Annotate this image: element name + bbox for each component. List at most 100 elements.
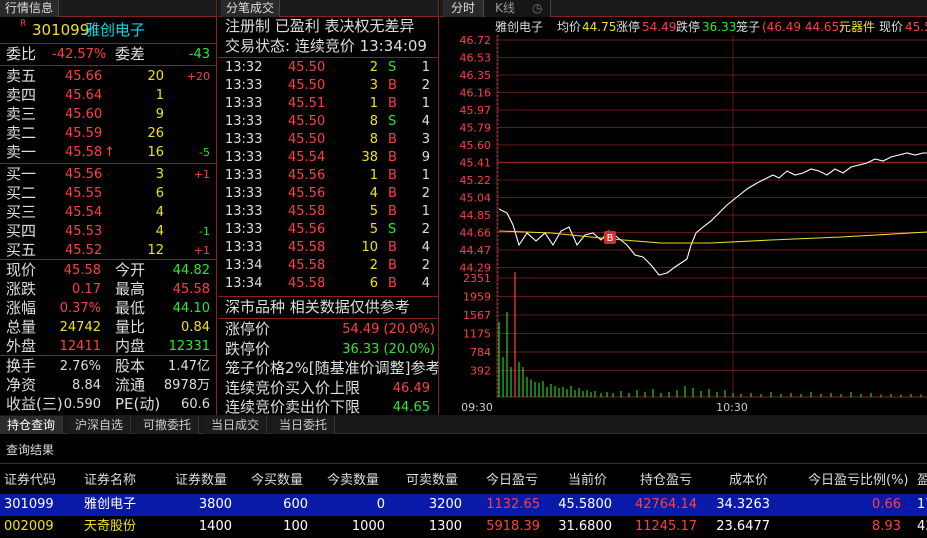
position-cell: 23.6477 <box>716 519 770 534</box>
position-cell: 8.93 <box>872 519 901 534</box>
bid-label: 买一 <box>6 165 37 183</box>
status-line-1: 注册制 已盈利 表决权无差异 <box>225 17 438 36</box>
bid-price: 45.56 <box>65 167 103 182</box>
column-header[interactable]: 证券名称 <box>84 470 136 492</box>
trade-count: 4 <box>421 114 430 129</box>
tab-kline[interactable]: K线 <box>485 0 526 17</box>
bid-volume: 4 <box>155 205 164 220</box>
limit-down-value: 36.33 (20.0%) <box>342 342 435 357</box>
position-cell: 600 <box>283 497 308 512</box>
trade-price: 45.58 <box>288 240 326 255</box>
status-line-2: 交易状态: 连续竞价 13:34:09 <box>225 37 438 56</box>
trade-time: 13:33 <box>225 132 263 147</box>
bid-label: 买五 <box>6 241 37 259</box>
column-header[interactable]: 证券数量 <box>175 470 227 492</box>
column-header[interactable]: 今卖数量 <box>327 470 379 492</box>
trade-direction: B <box>388 132 397 147</box>
trade-price: 45.58 <box>288 258 326 273</box>
clock-icon[interactable]: ◷ <box>524 0 552 17</box>
column-header[interactable]: 证券代码 <box>4 470 56 492</box>
trade-volume: 3 <box>369 78 378 93</box>
stat-row: 涨跌 0.17 最高 45.58 <box>0 280 216 299</box>
trade-row: 13:33 45.56 5 S 2 <box>222 221 434 239</box>
volume-tick: 2351 <box>463 272 491 285</box>
trade-time: 13:33 <box>225 204 263 219</box>
trade-volume: 4 <box>369 186 378 201</box>
trade-count: 1 <box>421 204 430 219</box>
stat-label: 外盘 <box>6 337 37 355</box>
trade-row: 13:33 45.56 4 B 2 <box>222 185 434 203</box>
tab-bottom-3[interactable]: 当日成交 <box>204 416 268 434</box>
trade-direction: B <box>388 168 397 183</box>
trade-count: 4 <box>421 240 430 255</box>
bid-price: 45.53 <box>65 224 103 239</box>
bid-row: 买五 45.52 12 +1 <box>0 241 216 260</box>
trade-count: 1 <box>421 168 430 183</box>
column-header[interactable]: 当前价 <box>568 470 607 492</box>
trade-price: 45.56 <box>288 222 326 237</box>
column-header[interactable]: 持仓盈亏 <box>640 470 692 492</box>
stat-row: 总量 24742 量比 0.84 <box>0 318 216 337</box>
position-row[interactable]: 002009 天奇股份 1400 100 1000 1300 5918.39 31.6800 1… <box>0 516 927 538</box>
price-tick: 45.22 <box>460 174 492 187</box>
ask-volume: 16 <box>147 145 164 160</box>
limit-up-row: 涨停价 54.49 (20.0%) <box>225 320 435 339</box>
position-row[interactable]: 301099 雅创电子 3800 600 0 3200 1132.65 45.5800 4276… <box>0 494 927 516</box>
stat2-row: 净资 8.84 流通 8978万 <box>0 376 216 395</box>
tab-bottom-2[interactable]: 可撤委托 <box>136 416 200 434</box>
column-header[interactable]: 今买数量 <box>251 470 303 492</box>
position-cell: 1132.65 <box>486 497 540 512</box>
bid-volume: 3 <box>155 167 164 182</box>
stock-title: R 301099 雅创电子 <box>0 18 216 42</box>
stat2-row: 换手 2.76% 股本 1.47亿 <box>0 357 216 376</box>
position-cell: 1300 <box>428 519 462 534</box>
volume-tick: 1567 <box>463 309 491 322</box>
trade-price: 45.56 <box>288 186 326 201</box>
stat-value: 60.6 <box>181 397 210 412</box>
listing-info: 注册制 已盈利 表决权无差异 <box>225 17 415 35</box>
price-tick: 45.97 <box>460 104 492 117</box>
trade-direction: B <box>388 204 397 219</box>
trade-time: 13:33 <box>225 114 263 129</box>
column-header[interactable]: 今日盈亏比例(%) <box>808 470 909 492</box>
trade-row: 13:33 45.58 10 B 4 <box>222 239 434 257</box>
tab-intraday[interactable]: 分时 <box>443 0 485 17</box>
stat-label: 最低 <box>115 299 146 317</box>
trade-price: 45.54 <box>288 150 326 165</box>
column-header[interactable]: 成本价 <box>729 470 768 492</box>
stat-value: 45.58 <box>63 263 101 278</box>
stat-value: 2.76% <box>59 359 101 374</box>
ask-volume: 26 <box>147 126 164 141</box>
chart-info-bar: 雅创电子 均价 44.75 涨停 54.49 跌停 36.33 笼子 (46.4… <box>495 19 927 36</box>
tab-bottom-4[interactable]: 当日委托 <box>272 416 336 434</box>
bid-row: 买三 45.54 4 <box>0 203 216 222</box>
stat-label: 流通 <box>115 376 146 394</box>
chart-stock-name: 雅创电子 <box>495 20 544 34</box>
auction-buy-row: 连续竞价买入价上限 46.49 <box>225 379 430 398</box>
tab-bottom-1[interactable]: 沪深自选 <box>68 416 132 434</box>
stat-label: 股本 <box>115 357 146 375</box>
trade-row: 13:34 45.58 2 B 2 <box>222 257 434 275</box>
tab-bottom-0[interactable]: 持仓查询 <box>0 416 64 434</box>
trade-row: 13:33 45.58 5 B 1 <box>222 203 434 221</box>
tab-tick-trades[interactable]: 分笔成交 <box>221 0 281 17</box>
r-badge: R <box>20 19 27 29</box>
trade-time: 13:33 <box>225 240 263 255</box>
ask-label: 卖一 <box>6 143 37 161</box>
column-header[interactable]: 盈 <box>917 470 927 492</box>
trade-volume: 1 <box>369 96 378 111</box>
column-header[interactable]: 今日盈亏 <box>486 470 538 492</box>
stat-value: 0.37% <box>59 301 101 316</box>
ask-row: 卖五 45.66 20 +20 <box>0 67 216 86</box>
tab-quote-info[interactable]: 行情信息 <box>0 0 60 17</box>
price-tick: 46.16 <box>460 87 492 100</box>
bid-row: 买一 45.56 3 +1 <box>0 165 216 184</box>
position-cell: 42764.14 <box>634 497 697 512</box>
intraday-chart[interactable]: 46.72 46.53 46.35 46.16 45.97 45.79 45.60 45.41… <box>441 35 927 415</box>
up-arrow-icon: ↑ <box>104 145 115 160</box>
column-header[interactable]: 可卖数量 <box>406 470 458 492</box>
trade-time: 13:33 <box>225 222 263 237</box>
avg-value: 44.75 <box>582 20 617 34</box>
bid-change: +1 <box>193 244 210 257</box>
stat-value: 0.590 <box>63 397 101 412</box>
